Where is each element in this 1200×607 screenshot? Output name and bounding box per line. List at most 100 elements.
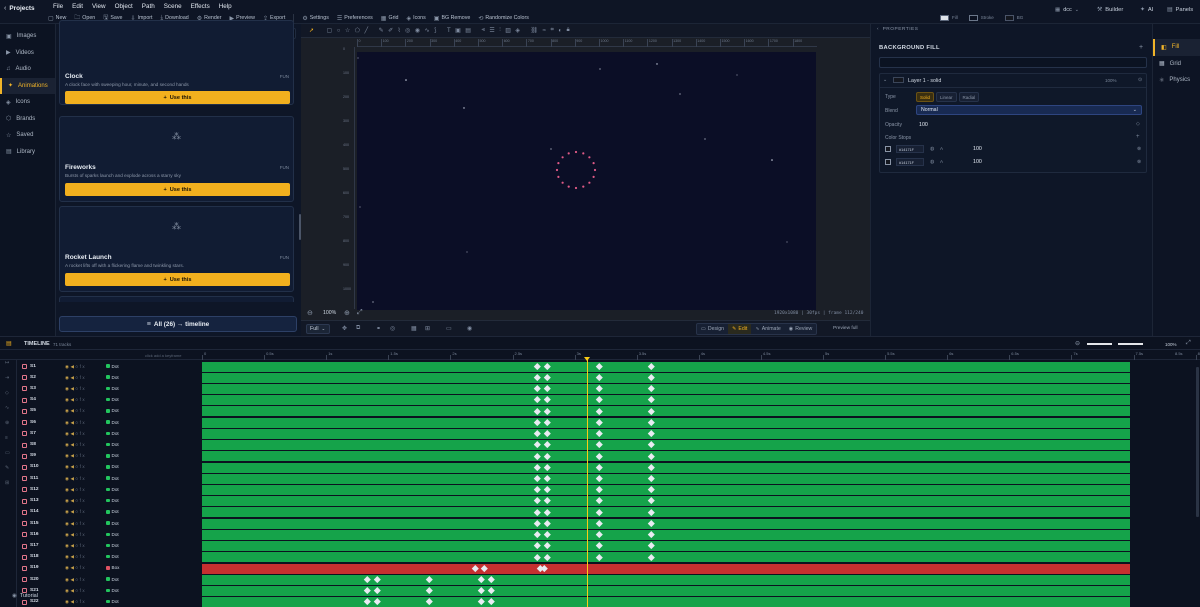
keyframe[interactable] — [471, 564, 479, 572]
bg-swatch-icon[interactable] — [1004, 14, 1014, 21]
use-this-button[interactable]: + Use this — [65, 183, 290, 196]
keyframe[interactable] — [534, 362, 541, 370]
keyframe[interactable] — [488, 576, 495, 583]
menu-view[interactable]: View — [92, 3, 106, 10]
keyframe[interactable] — [544, 519, 551, 527]
track-clip-bar[interactable] — [202, 462, 1130, 473]
keyframe[interactable] — [648, 519, 655, 527]
track-checkbox[interactable] — [22, 521, 27, 527]
keyframe[interactable] — [373, 587, 381, 594]
keyframe[interactable] — [426, 576, 433, 583]
timeline-expand-icon[interactable]: ⤢ — [1186, 340, 1191, 347]
track-checkbox[interactable] — [22, 487, 27, 493]
keyframe[interactable] — [648, 407, 655, 415]
timeline-track[interactable]: S7 ◉◀○fx Dot — [0, 428, 1200, 439]
track-checkbox[interactable] — [22, 431, 27, 437]
keyframe[interactable] — [596, 553, 603, 561]
animation-card[interactable]: ⁂ Rocket Launch FUN A rocket lifts off with… — [59, 206, 294, 292]
keyframe[interactable] — [544, 430, 551, 437]
fx-icon[interactable]: fx — [80, 420, 87, 425]
keyframe[interactable] — [544, 542, 551, 549]
timeline-track[interactable]: S3 ◉◀○fx Dot — [0, 383, 1200, 395]
lock-icon[interactable]: 🔒︎ — [566, 27, 569, 34]
timeline-track[interactable]: S9 ◉◀○fx Dot — [0, 451, 1200, 462]
use-this-button[interactable]: + Use this — [65, 273, 290, 286]
timeline-track[interactable]: S10 ◉◀○fx Dot — [0, 462, 1200, 473]
timeline-track[interactable]: S4 ◉◀○fx Dot — [0, 395, 1200, 406]
timeline-track[interactable]: S6 ◉◀○fx Dot — [0, 417, 1200, 428]
preview-full-button[interactable]: Preview full — [833, 326, 858, 331]
keyframe[interactable] — [596, 441, 603, 448]
all-to-timeline-button[interactable]: ≡ All (26) → timeline — [59, 316, 297, 332]
fx-icon[interactable]: fx — [80, 453, 87, 458]
type-option-linear[interactable]: Linear — [936, 92, 957, 102]
keyframe[interactable] — [544, 407, 551, 415]
bg-remove-button[interactable]: ▣ BG Remove — [434, 15, 471, 22]
fill-preview-bar[interactable] — [879, 57, 1147, 68]
keyframe[interactable] — [544, 418, 551, 426]
keyframe[interactable] — [534, 463, 541, 471]
keyframe[interactable] — [596, 463, 603, 471]
keyframe[interactable] — [544, 463, 551, 471]
preferences-button[interactable]: ☰ Preferences — [337, 15, 373, 22]
keyframe[interactable] — [426, 598, 433, 605]
settings-button[interactable]: ⚙ Settings — [302, 15, 329, 22]
keyframe[interactable] — [363, 576, 371, 583]
track-clip-bar[interactable] — [202, 507, 1130, 518]
timeline-track[interactable]: S8 ◉◀○fx Dot — [0, 440, 1200, 451]
stop-alpha-value[interactable]: 100 — [973, 146, 982, 152]
type-option-radial[interactable]: Radial — [958, 92, 980, 102]
keyframe[interactable] — [534, 475, 541, 482]
ellipse-tool-icon[interactable]: ○ — [337, 28, 341, 34]
track-clip-bar[interactable] — [202, 529, 1130, 540]
keyframe[interactable] — [544, 553, 551, 561]
fx-icon[interactable]: fx — [80, 521, 87, 526]
fit-select[interactable]: Full ⌄ — [306, 324, 330, 334]
fx-icon[interactable]: fx — [80, 375, 87, 380]
timeline-track[interactable]: S2 ◉◀○fx Dot — [0, 372, 1200, 383]
layer-chevron-icon[interactable]: ⌄ — [883, 77, 887, 83]
timeline-scrollbar[interactable] — [1196, 367, 1199, 517]
menu-object[interactable]: Object — [115, 3, 133, 10]
timeline-track[interactable]: S22 ◉◀○fx Dot — [0, 597, 1200, 607]
fx-icon[interactable]: fx — [80, 588, 87, 593]
track-checkbox[interactable] — [22, 543, 27, 549]
blend-select[interactable]: Normal ⌄ — [916, 105, 1142, 115]
zoom-level[interactable]: 100% — [323, 310, 336, 316]
mode-review[interactable]: ◉ Review — [785, 324, 817, 334]
zoom-in-icon[interactable]: ⊕ — [344, 309, 350, 317]
crop-icon[interactable]: ⌗ — [550, 27, 553, 34]
keyframe[interactable] — [596, 497, 603, 504]
fx-icon[interactable]: fx — [80, 532, 87, 537]
animation-card[interactable]: Clock FUN A clock face with sweeping hour,… — [59, 20, 294, 105]
select-tool-icon[interactable]: ➚ — [309, 27, 314, 34]
use-this-button[interactable]: + Use this — [65, 91, 290, 104]
fx-icon[interactable]: fx — [80, 565, 87, 570]
stage-canvas[interactable] — [357, 52, 816, 310]
keyframe[interactable] — [648, 396, 655, 403]
track-clip-bar[interactable] — [202, 395, 1130, 406]
track-clip-bar[interactable] — [202, 485, 1130, 495]
track-clip-bar[interactable] — [202, 417, 1130, 428]
track-clip-bar[interactable] — [202, 518, 1130, 529]
timeline-track[interactable]: S15 ◉◀○fx Dot — [0, 518, 1200, 529]
fx-icon[interactable]: fx — [80, 543, 87, 548]
track-clip-bar[interactable] — [202, 473, 1130, 484]
timeline-track[interactable]: S21 ◉◀○fx Dot — [0, 585, 1200, 596]
doc-selector[interactable]: ▦ dcc ⌄ — [1055, 7, 1079, 13]
node-tool-icon[interactable]: ⟆ — [434, 27, 436, 34]
nav-item-images[interactable]: ▣ Images — [0, 28, 55, 45]
track-clip-bar[interactable] — [202, 563, 1130, 574]
fx-icon[interactable]: fx — [80, 498, 87, 503]
spiral-tool-icon[interactable]: ◉ — [415, 27, 420, 34]
eyedropper-icon[interactable]: ◍ — [930, 159, 934, 165]
keyframe[interactable] — [648, 486, 655, 493]
keyframe[interactable] — [534, 452, 541, 460]
timeline-track[interactable]: S19 ◉◀○fx Box — [0, 563, 1200, 574]
stop-hex[interactable]: #14171F — [896, 158, 924, 166]
stroke-swatch-icon[interactable] — [968, 14, 978, 21]
track-clip-bar[interactable] — [202, 440, 1130, 451]
keyframe[interactable] — [596, 542, 603, 549]
keyframe[interactable] — [596, 531, 603, 538]
keyframe[interactable] — [544, 374, 551, 381]
